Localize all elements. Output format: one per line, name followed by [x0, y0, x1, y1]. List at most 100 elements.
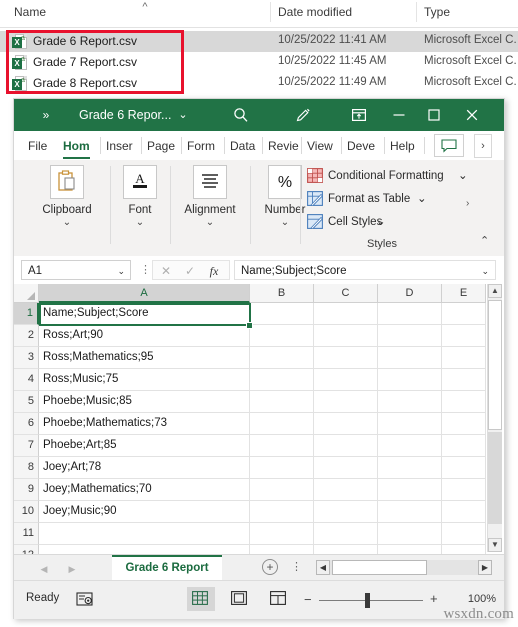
- cell-e7[interactable]: [442, 435, 486, 457]
- cell-c2[interactable]: [314, 325, 378, 347]
- vertical-scroll-track[interactable]: [488, 432, 502, 524]
- styles-overflow-icon[interactable]: ›: [466, 198, 469, 209]
- cell-c7[interactable]: [314, 435, 378, 457]
- cell-e9[interactable]: [442, 479, 486, 501]
- cell-a5[interactable]: Phoebe;Music;85: [39, 391, 250, 413]
- scroll-up-icon[interactable]: ▲: [488, 284, 502, 298]
- maximize-icon[interactable]: [419, 104, 449, 126]
- cell-c12[interactable]: [314, 545, 378, 554]
- chevron-down-icon[interactable]: ⌄: [417, 190, 427, 208]
- minimize-icon[interactable]: [384, 104, 414, 126]
- cell-d10[interactable]: [378, 501, 442, 523]
- chevron-down-icon[interactable]: ⌄: [176, 108, 190, 122]
- row-header-9[interactable]: 9: [14, 479, 39, 501]
- tab-insert[interactable]: Inser: [106, 135, 133, 157]
- file-list-row[interactable]: aX Grade 7 Report.csv 10/25/2022 11:45 A…: [0, 52, 518, 73]
- tab-home[interactable]: Hom: [63, 135, 90, 159]
- chevron-down-icon[interactable]: ⌄: [28, 217, 106, 229]
- cancel-icon[interactable]: ✕: [155, 263, 177, 279]
- zoom-slider-track[interactable]: [319, 600, 423, 601]
- tab-formulas[interactable]: Form: [187, 135, 215, 157]
- cell-c4[interactable]: [314, 369, 378, 391]
- page-layout-view-icon[interactable]: [226, 587, 254, 611]
- cell-d3[interactable]: [378, 347, 442, 369]
- sheet-options-icon[interactable]: ⋮: [291, 560, 302, 574]
- cell-a7[interactable]: Phoebe;Art;85: [39, 435, 250, 457]
- column-divider[interactable]: [416, 2, 417, 22]
- cell-d7[interactable]: [378, 435, 442, 457]
- close-icon[interactable]: [457, 104, 487, 126]
- row-header-4[interactable]: 4: [14, 369, 39, 391]
- cell-a1[interactable]: Name;Subject;Score: [39, 303, 250, 325]
- chevron-down-icon[interactable]: ⌄: [114, 217, 166, 229]
- sheet-tab-grade-6-report[interactable]: Grade 6 Report: [112, 555, 222, 580]
- cell-a10[interactable]: Joey;Music;90: [39, 501, 250, 523]
- percent-icon[interactable]: %: [268, 165, 302, 199]
- cell-b3[interactable]: [250, 347, 314, 369]
- cell-b1[interactable]: [250, 303, 314, 325]
- chevron-down-icon[interactable]: ⌄: [117, 264, 125, 278]
- confirm-icon[interactable]: ✓: [179, 263, 201, 279]
- ribbon-overflow-icon[interactable]: ›: [474, 134, 492, 158]
- column-header-name[interactable]: Name: [14, 5, 46, 19]
- cell-e4[interactable]: [442, 369, 486, 391]
- cell-c1[interactable]: [314, 303, 378, 325]
- cell-e12[interactable]: [442, 545, 486, 554]
- cell-e6[interactable]: [442, 413, 486, 435]
- cell-b6[interactable]: [250, 413, 314, 435]
- vertical-scroll-thumb[interactable]: [488, 300, 502, 430]
- row-header-3[interactable]: 3: [14, 347, 39, 369]
- row-header-7[interactable]: 7: [14, 435, 39, 457]
- zoom-slider-thumb[interactable]: [365, 593, 370, 608]
- chevron-down-icon[interactable]: ⌄: [174, 217, 246, 229]
- vertical-scrollbar[interactable]: ▲ ▼: [487, 284, 502, 552]
- cell-c8[interactable]: [314, 457, 378, 479]
- cell-d6[interactable]: [378, 413, 442, 435]
- cell-d12[interactable]: [378, 545, 442, 554]
- column-header-b[interactable]: B: [250, 284, 314, 303]
- tab-developer[interactable]: Deve: [347, 135, 375, 157]
- ribbon-group-clipboard[interactable]: Clipboard ⌄: [28, 163, 106, 243]
- cell-e1[interactable]: [442, 303, 486, 325]
- tab-data[interactable]: Data: [230, 135, 255, 157]
- cell-b12[interactable]: [250, 545, 314, 554]
- accessibility-checker-icon[interactable]: [76, 591, 94, 607]
- fill-handle[interactable]: [246, 322, 253, 329]
- clipboard-icon[interactable]: [50, 165, 84, 199]
- cell-e10[interactable]: [442, 501, 486, 523]
- row-header-5[interactable]: 5: [14, 391, 39, 413]
- next-sheet-icon[interactable]: ▶: [64, 561, 80, 577]
- cell-c9[interactable]: [314, 479, 378, 501]
- cell-b10[interactable]: [250, 501, 314, 523]
- collapse-ribbon-icon[interactable]: ⌃: [480, 234, 489, 247]
- column-header-a[interactable]: A: [39, 284, 250, 303]
- draw-pen-icon[interactable]: [288, 104, 318, 126]
- cell-c10[interactable]: [314, 501, 378, 523]
- expand-formula-bar-icon[interactable]: ⌄: [481, 264, 489, 278]
- cell-e3[interactable]: [442, 347, 486, 369]
- tab-review[interactable]: Revie: [268, 135, 299, 157]
- column-header-c[interactable]: C: [314, 284, 378, 303]
- font-a-icon[interactable]: A: [123, 165, 157, 199]
- zoom-out-button[interactable]: −: [304, 593, 312, 607]
- cell-c11[interactable]: [314, 523, 378, 545]
- cell-d2[interactable]: [378, 325, 442, 347]
- scroll-right-icon[interactable]: ▶: [478, 560, 492, 575]
- cell-b9[interactable]: [250, 479, 314, 501]
- chevron-down-icon[interactable]: ⌄: [458, 167, 468, 185]
- search-icon[interactable]: [226, 104, 256, 126]
- scroll-down-icon[interactable]: ▼: [488, 538, 502, 552]
- cell-c5[interactable]: [314, 391, 378, 413]
- page-break-preview-icon[interactable]: [265, 587, 293, 611]
- cell-a6[interactable]: Phoebe;Mathematics;73: [39, 413, 250, 435]
- name-box[interactable]: A1 ⌄: [21, 260, 131, 280]
- cell-b11[interactable]: [250, 523, 314, 545]
- column-header-e[interactable]: E: [442, 284, 486, 303]
- file-list-row[interactable]: aX Grade 8 Report.csv 10/25/2022 11:49 A…: [0, 73, 518, 94]
- cell-a8[interactable]: Joey;Art;78: [39, 457, 250, 479]
- row-header-1[interactable]: 1: [14, 303, 39, 325]
- column-header-type[interactable]: Type: [424, 5, 450, 19]
- row-header-2[interactable]: 2: [14, 325, 39, 347]
- cell-b8[interactable]: [250, 457, 314, 479]
- cell-b4[interactable]: [250, 369, 314, 391]
